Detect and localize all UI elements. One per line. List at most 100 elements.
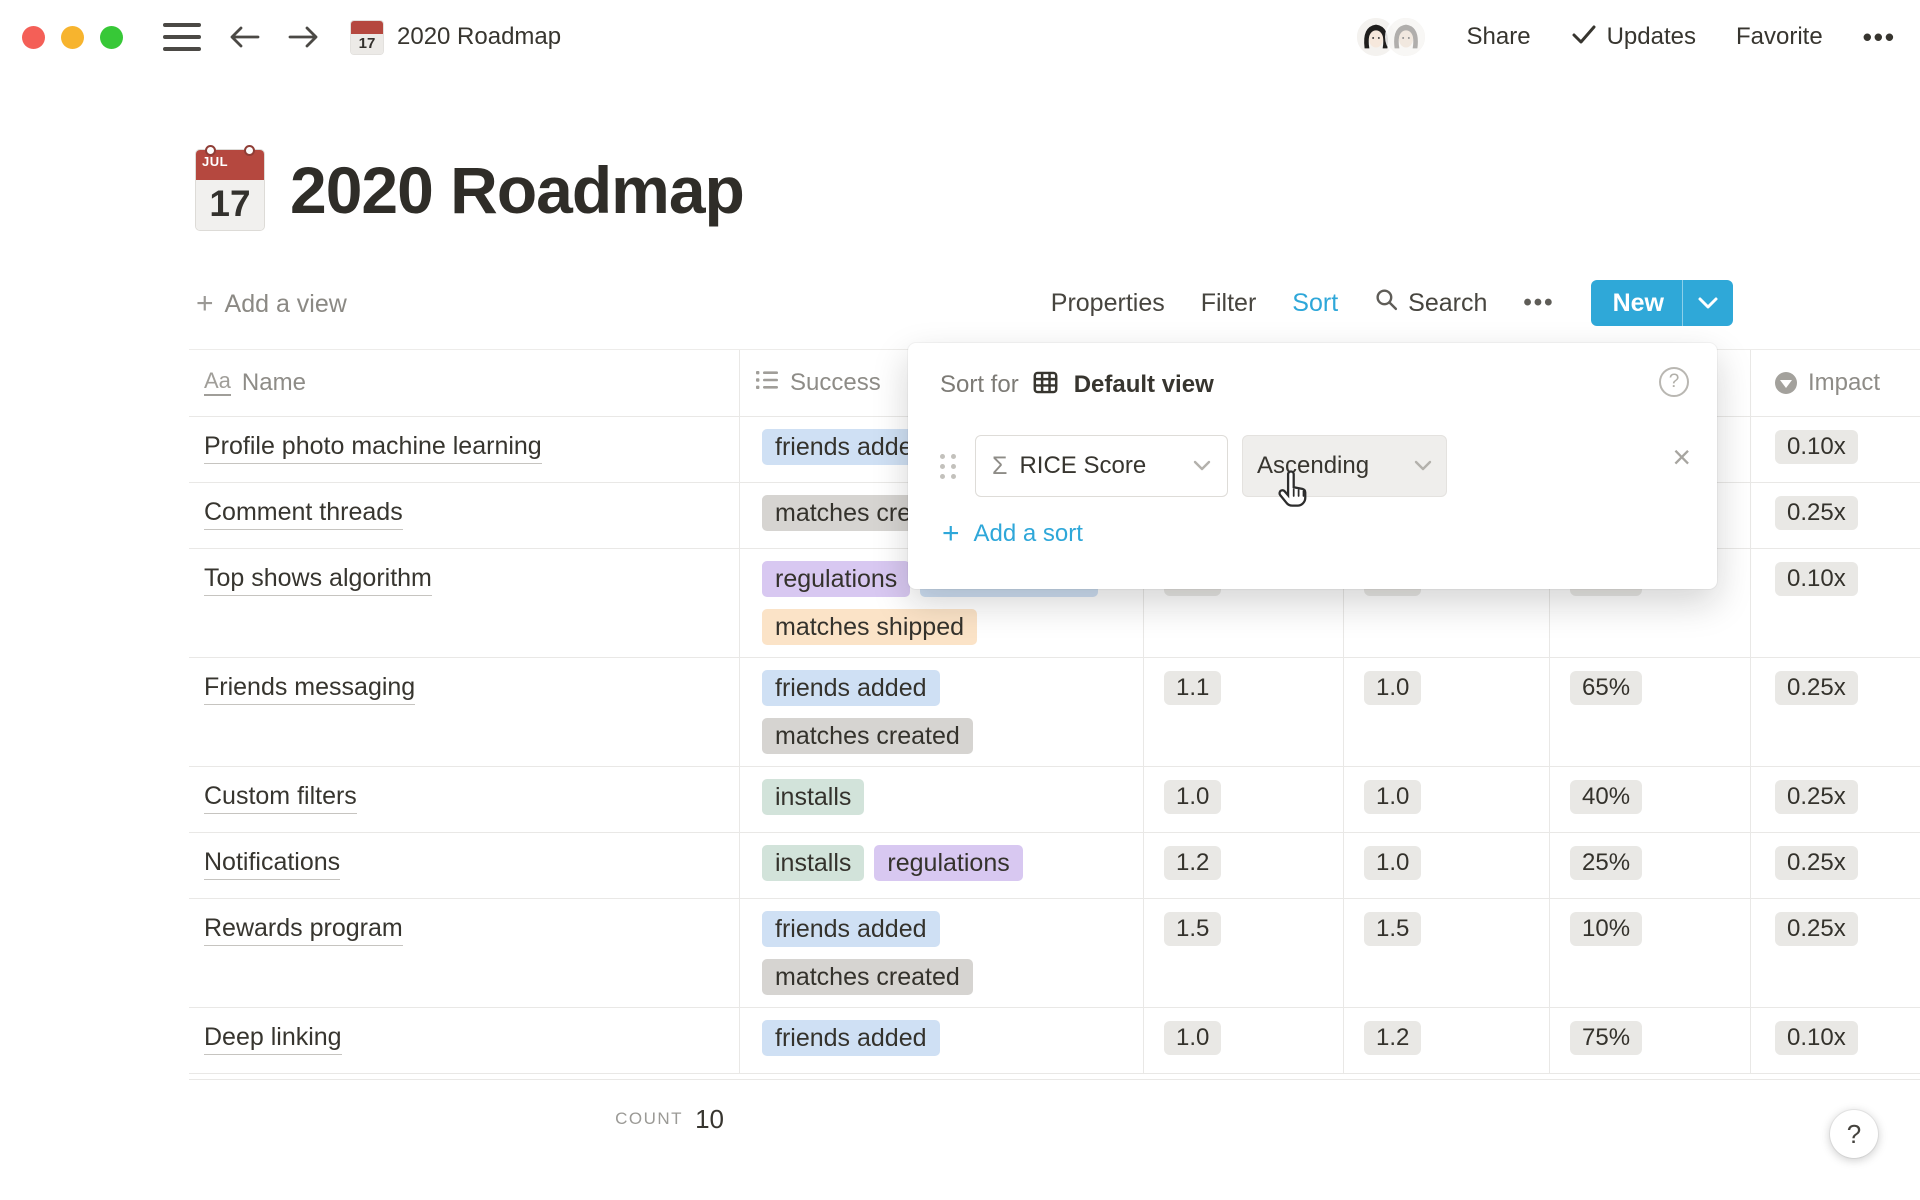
value-chip: 65% xyxy=(1570,671,1642,705)
row-impact-cell[interactable]: 0.10x xyxy=(1751,1008,1920,1073)
sort-direction-value: Ascending xyxy=(1257,452,1404,480)
row-value-cell[interactable]: 1.0 xyxy=(1344,658,1550,766)
value-chip: 1.0 xyxy=(1164,780,1221,814)
row-value-cell[interactable]: 1.5 xyxy=(1344,899,1550,1007)
row-impact-cell[interactable]: 0.25x xyxy=(1751,658,1920,766)
new-button-label: New xyxy=(1591,289,1682,318)
window-top-bar: 17 2020 Roadmap Share Updates Favorite •… xyxy=(0,0,1920,74)
back-arrow-icon[interactable] xyxy=(227,22,261,52)
chevron-down-icon xyxy=(1193,460,1211,472)
view-toolbar: Properties Filter Sort Search ••• New xyxy=(1051,280,1733,326)
add-view-button[interactable]: + Add a view xyxy=(196,282,347,326)
tag-purple: regulations xyxy=(874,845,1022,881)
help-icon[interactable]: ? xyxy=(1659,367,1689,397)
row-name-cell[interactable]: Comment threads xyxy=(189,483,740,548)
value-chip: 10% xyxy=(1570,912,1642,946)
impact-chip: 0.25x xyxy=(1775,496,1858,530)
forward-arrow-icon[interactable] xyxy=(287,22,321,52)
impact-chip: 0.25x xyxy=(1775,846,1858,880)
add-view-label: Add a view xyxy=(225,290,347,319)
row-impact-cell[interactable]: 0.25x xyxy=(1751,767,1920,832)
filter-button[interactable]: Filter xyxy=(1201,289,1257,318)
row-name-cell[interactable]: Profile photo machine learning xyxy=(189,417,740,482)
row-name-cell[interactable]: Top shows algorithm xyxy=(189,549,740,657)
sort-field-dropdown[interactable]: Σ RICE Score xyxy=(975,435,1228,497)
row-name-cell[interactable]: Notifications xyxy=(189,833,740,898)
row-value-cell[interactable]: 25% xyxy=(1550,833,1751,898)
row-success-tags-cell[interactable]: friends added matches created xyxy=(740,899,1144,1007)
count-label: COUNT xyxy=(615,1109,683,1129)
table-footer[interactable]: COUNT 10 xyxy=(189,1092,740,1146)
row-value-cell[interactable]: 1.0 xyxy=(1144,767,1344,832)
sort-rule-row: Σ RICE Score Ascending xyxy=(940,435,1447,497)
column-header-impact[interactable]: Impact xyxy=(1751,350,1920,416)
row-value-cell[interactable]: 65% xyxy=(1550,658,1751,766)
value-chip: 1.0 xyxy=(1364,846,1421,880)
row-impact-cell[interactable]: 0.10x xyxy=(1751,417,1920,482)
collaborator-avatars[interactable] xyxy=(1355,16,1427,58)
sort-field-value: RICE Score xyxy=(1019,452,1181,480)
traffic-light-zoom[interactable] xyxy=(100,26,123,49)
breadcrumb-page-title[interactable]: 2020 Roadmap xyxy=(397,23,561,51)
page-calendar-icon[interactable]: JUL 17 xyxy=(196,150,264,230)
row-value-cell[interactable]: 1.0 xyxy=(1144,1008,1344,1073)
new-button[interactable]: New xyxy=(1591,280,1733,326)
row-name-cell[interactable]: Deep linking xyxy=(189,1008,740,1073)
row-value-cell[interactable]: 75% xyxy=(1550,1008,1751,1073)
sort-direction-dropdown[interactable]: Ascending xyxy=(1242,435,1447,497)
table-row: Notificationsinstallsregulations1.2 1.0 25… xyxy=(189,833,1920,899)
tag-blue: friends added xyxy=(762,911,940,947)
row-value-cell[interactable]: 1.0 xyxy=(1344,767,1550,832)
list-property-icon xyxy=(755,369,779,398)
row-success-tags-cell[interactable]: installsregulations xyxy=(740,833,1144,898)
view-more-icon[interactable]: ••• xyxy=(1523,289,1554,317)
count-value: 10 xyxy=(695,1104,724,1135)
updates-button[interactable]: Updates xyxy=(1571,23,1696,52)
row-name-cell[interactable]: Friends messaging xyxy=(189,658,740,766)
chevron-down-icon[interactable] xyxy=(1683,296,1733,310)
drag-handle-icon[interactable] xyxy=(940,454,957,479)
plus-icon: + xyxy=(942,519,960,549)
traffic-light-close[interactable] xyxy=(22,26,45,49)
add-sort-label: Add a sort xyxy=(974,520,1083,548)
column-header-name[interactable]: Aa Name xyxy=(189,350,740,416)
sort-for-label: Sort for xyxy=(940,371,1019,399)
traffic-light-minimize[interactable] xyxy=(61,26,84,49)
sort-button[interactable]: Sort xyxy=(1292,289,1338,318)
table-row: Deep linkingfriends added1.01.275% 0.10x xyxy=(189,1008,1920,1074)
row-value-cell[interactable]: 1.0 xyxy=(1344,833,1550,898)
row-name-cell[interactable]: Custom filters xyxy=(189,767,740,832)
plus-icon: + xyxy=(196,289,214,319)
row-success-tags-cell[interactable]: friends added xyxy=(740,1008,1144,1073)
row-impact-cell[interactable]: 0.10x xyxy=(1751,549,1920,657)
row-value-cell[interactable]: 10% xyxy=(1550,899,1751,1007)
remove-sort-icon[interactable]: × xyxy=(1672,441,1691,473)
row-impact-cell[interactable]: 0.25x xyxy=(1751,899,1920,1007)
row-impact-cell[interactable]: 0.25x xyxy=(1751,483,1920,548)
row-value-cell[interactable]: 40% xyxy=(1550,767,1751,832)
impact-chip: 0.25x xyxy=(1775,912,1858,946)
tag-gray: matches created xyxy=(762,718,973,754)
impact-chip: 0.10x xyxy=(1775,1021,1858,1055)
tag-gray: matches created xyxy=(762,959,973,995)
favorite-button[interactable]: Favorite xyxy=(1736,23,1823,51)
row-value-cell[interactable]: 1.2 xyxy=(1144,833,1344,898)
share-button[interactable]: Share xyxy=(1467,23,1531,51)
row-impact-cell[interactable]: 0.25x xyxy=(1751,833,1920,898)
row-name-cell[interactable]: Rewards program xyxy=(189,899,740,1007)
row-value-cell[interactable]: 1.5 xyxy=(1144,899,1344,1007)
add-sort-button[interactable]: + Add a sort xyxy=(942,519,1083,549)
search-label: Search xyxy=(1408,289,1487,318)
help-button[interactable]: ? xyxy=(1830,1110,1878,1158)
impact-chip: 0.25x xyxy=(1775,780,1858,814)
search-button[interactable]: Search xyxy=(1374,287,1487,319)
row-value-cell[interactable]: 1.1 xyxy=(1144,658,1344,766)
row-success-tags-cell[interactable]: friends addedmatches created xyxy=(740,658,1144,766)
row-value-cell[interactable]: 1.2 xyxy=(1344,1008,1550,1073)
properties-button[interactable]: Properties xyxy=(1051,289,1165,318)
tag-purple: regulations xyxy=(762,561,910,597)
row-success-tags-cell[interactable]: installs xyxy=(740,767,1144,832)
more-options-icon[interactable]: ••• xyxy=(1863,22,1896,53)
sidebar-menu-icon[interactable] xyxy=(163,23,201,51)
page-title: 2020 Roadmap xyxy=(290,152,744,228)
